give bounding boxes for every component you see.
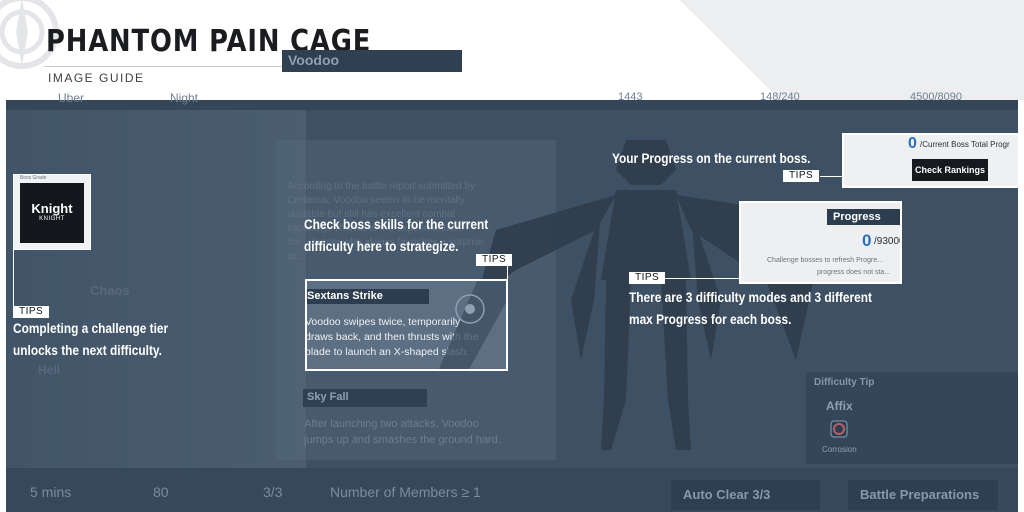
bg-tab-night: Night: [170, 91, 199, 105]
bg-stat-1: 1443: [618, 91, 643, 103]
badge-sub: KNIGHT: [39, 216, 65, 222]
progress-panel-frame: [739, 201, 902, 284]
tip-line: difficulty here to strategize.: [304, 239, 459, 254]
difficulty-hell[interactable]: Hell: [38, 363, 60, 377]
guide-header: PHANTOM PAIN CAGE IMAGE GUIDE: [0, 0, 1024, 100]
auto-clear-button[interactable]: Auto Clear 3/3: [671, 480, 820, 510]
title-divider: [44, 66, 320, 67]
stat-count: 80: [153, 484, 169, 500]
bg-stat-2: 148/240: [760, 91, 800, 103]
tip-line: max Progress for each boss.: [629, 312, 792, 327]
badge-emblem: Knight KNIGHT: [20, 183, 84, 243]
tip-text-skills: Check boss skills for the current diffic…: [304, 214, 488, 258]
tip-text-modes: There are 3 difficulty modes and 3 diffe…: [629, 287, 872, 331]
stat-attempts: 3/3: [263, 484, 283, 500]
corrosion-label: Corrosion: [822, 445, 857, 454]
corrosion-icon[interactable]: [829, 419, 849, 439]
callout-line: [662, 278, 739, 279]
callout-line: [507, 266, 508, 280]
skill-skyfall-title: Sky Fall: [303, 389, 427, 407]
stat-time: 5 mins: [30, 484, 72, 500]
battle-preparations-button[interactable]: Battle Preparations: [848, 480, 998, 510]
badge-name: Knight: [31, 201, 73, 216]
tip-label: TIPS: [13, 306, 50, 318]
difficulty-chaos[interactable]: Chaos: [90, 283, 130, 298]
bg-tab-uber: Uber: [58, 91, 85, 105]
bg-stat-3: 4500/8090: [910, 91, 962, 103]
page-subtitle: IMAGE GUIDE: [48, 71, 145, 85]
skill-card-frame: [305, 279, 508, 371]
difficulty-tip-title: Difficulty Tip: [814, 377, 875, 388]
difficulty-badge[interactable]: Boss Grade Knight KNIGHT: [13, 174, 91, 250]
stat-members: Number of Members ≥ 1: [330, 484, 481, 500]
tip-label: TIPS: [783, 170, 820, 182]
callout-line: [13, 250, 14, 306]
tip-text-difficulty: Completing a challenge tier unlocks the …: [13, 318, 168, 362]
skill-skyfall-desc: After launching two attacks, Voodoo jump…: [304, 418, 501, 446]
difficulty-column-bg: [6, 100, 306, 512]
tip-label: TIPS: [629, 272, 666, 284]
rank-panel-frame: [842, 133, 1020, 188]
tip-line: There are 3 difficulty modes and 3 diffe…: [629, 290, 872, 305]
boss-name-voodoo: Voodoo: [282, 50, 462, 72]
tip-text-progress: Your Progress on the current boss.: [612, 151, 811, 166]
tip-line: unlocks the next difficulty.: [13, 343, 162, 358]
tip-label: TIPS: [476, 254, 513, 266]
affix-label: Affix: [826, 399, 853, 413]
tip-line: Check boss skills for the current: [304, 217, 489, 232]
callout-line: [820, 176, 842, 177]
badge-caption: Boss Grade: [20, 175, 47, 181]
header-backdrop: [679, 0, 1024, 100]
tip-line: Completing a challenge tier: [13, 321, 169, 336]
